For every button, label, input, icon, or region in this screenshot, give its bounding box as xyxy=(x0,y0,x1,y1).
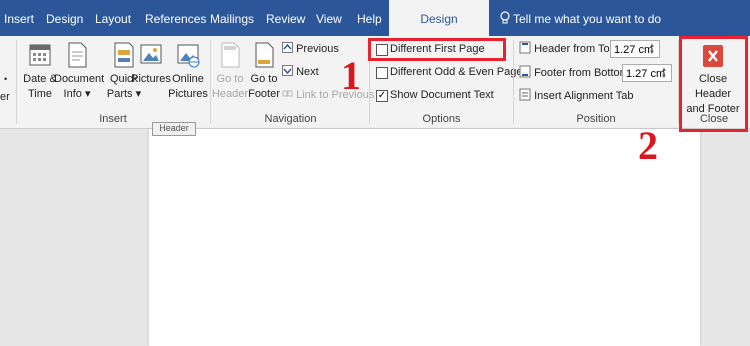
go-to-header-icon xyxy=(221,42,240,68)
next-label: Next xyxy=(296,66,319,78)
show-document-text-checkbox[interactable]: ✓ xyxy=(376,90,388,102)
online-pictures-label: Online Pictures xyxy=(168,73,208,100)
link-icon xyxy=(282,90,293,97)
tab-design-doc[interactable]: Design xyxy=(46,0,83,36)
tab-design-active[interactable]: Design xyxy=(389,0,489,36)
online-pictures-button[interactable]: Online Pictures xyxy=(168,40,208,110)
document-page[interactable] xyxy=(149,129,700,346)
pictures-button[interactable]: Pictures xyxy=(131,40,171,110)
tell-me-text: Tell me what you want to do xyxy=(513,12,662,26)
tab-layout[interactable]: Layout xyxy=(95,0,131,36)
spin-down-icon[interactable]: ▼ xyxy=(661,74,669,81)
link-to-previous-label: Link to Previous xyxy=(296,89,375,101)
document-info-icon xyxy=(68,42,87,68)
footer-from-bottom-input[interactable]: 1.27 cm ▲ ▼ xyxy=(622,64,672,82)
spin-up-icon[interactable]: ▲ xyxy=(649,43,657,50)
tab-references[interactable]: References xyxy=(145,0,206,36)
annotation-number-1: 1 xyxy=(341,53,361,98)
document-info-button[interactable]: Document Info ▾ xyxy=(54,40,105,110)
spin-down-icon[interactable]: ▼ xyxy=(649,50,657,57)
footer-position-icon xyxy=(519,65,531,78)
different-odd-even-checkbox[interactable] xyxy=(376,67,388,79)
tab-mailings[interactable]: Mailings xyxy=(210,0,254,36)
tab-insert[interactable]: Insert xyxy=(4,0,34,36)
previous-label: Previous xyxy=(296,43,339,55)
lightbulb-icon xyxy=(500,11,510,24)
online-pictures-icon xyxy=(177,44,200,68)
options-group-label: Options xyxy=(422,113,461,125)
go-to-footer-label: Go to Footer xyxy=(248,73,280,100)
tell-me-search[interactable]: Tell me what you want to do xyxy=(500,0,661,36)
header-position-icon xyxy=(519,41,531,54)
document-info-label: Document Info ▾ xyxy=(54,73,105,100)
spin-up-icon[interactable]: ▲ xyxy=(661,67,669,74)
header-tag: Header xyxy=(152,122,196,136)
next-icon xyxy=(282,65,293,76)
previous-icon xyxy=(282,42,293,53)
pictures-label: Pictures xyxy=(131,73,171,85)
alignment-tab-icon xyxy=(519,88,531,101)
ribbon-tab-bar: Insert Design Layout References Mailings… xyxy=(0,0,750,36)
next-button[interactable]: Next xyxy=(282,63,319,81)
footer-from-bottom-label: Footer from Bottom: xyxy=(519,64,632,82)
left-fragment-dot: • xyxy=(4,74,8,84)
navigation-group-label: Navigation xyxy=(264,113,317,125)
previous-button[interactable]: Previous xyxy=(282,40,339,58)
highlight-different-first-page xyxy=(368,38,506,61)
go-to-footer-icon xyxy=(255,42,274,68)
header-from-top-label: Header from Top: xyxy=(519,40,619,58)
highlight-close-button xyxy=(679,36,748,132)
separator xyxy=(513,40,514,124)
go-to-footer-button[interactable]: Go to Footer xyxy=(244,40,284,110)
calendar-icon xyxy=(29,44,51,66)
tab-help[interactable]: Help xyxy=(357,0,382,36)
show-document-text-label: Show Document Text xyxy=(390,89,494,101)
left-fragment-label: er xyxy=(0,91,10,103)
insert-alignment-tab-button[interactable]: Insert Alignment Tab xyxy=(519,87,634,105)
tab-view[interactable]: View xyxy=(316,0,342,36)
separator xyxy=(16,40,17,124)
tab-review[interactable]: Review xyxy=(266,0,305,36)
different-odd-even-label: Different Odd & Even Pages xyxy=(390,66,528,78)
pictures-icon xyxy=(140,44,162,64)
annotation-number-2: 2 xyxy=(638,123,658,168)
header-from-top-input[interactable]: 1.27 cm ▲ ▼ xyxy=(610,40,660,58)
